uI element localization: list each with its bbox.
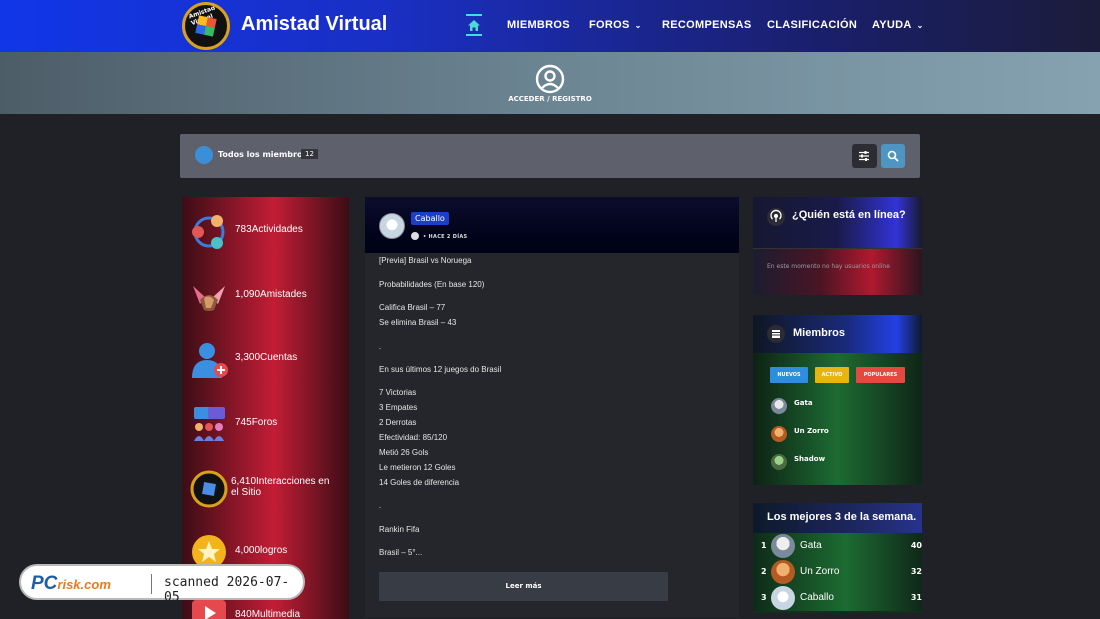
member-avatar[interactable] bbox=[771, 426, 787, 442]
stat-multimedia: 840Multimedia bbox=[235, 609, 301, 619]
nav-clasificacion[interactable]: CLASIFICACIÓN bbox=[767, 19, 857, 31]
chevron-down-icon: ⌄ bbox=[916, 21, 924, 30]
rank-member-name[interactable]: Un Zorro bbox=[800, 566, 839, 577]
forum-group-icon bbox=[194, 407, 225, 441]
online-widget-header: ¿Quién está en línea? bbox=[753, 197, 922, 249]
rank-member-name[interactable]: Gata bbox=[800, 540, 822, 551]
post-time: • HACE 2 DÍAS bbox=[423, 234, 468, 240]
stat-accounts: 3,300Cuentas bbox=[235, 352, 298, 363]
stat-friendships: 1,090Amistades bbox=[235, 289, 307, 300]
activities-icon bbox=[192, 215, 225, 249]
add-user-icon bbox=[192, 343, 228, 378]
stat-interactions: 6,410Interacciones en el Sitio bbox=[231, 476, 330, 498]
members-widget-header: Miembros bbox=[753, 315, 922, 353]
user-circle-icon[interactable] bbox=[535, 64, 565, 94]
read-more-button[interactable]: Leer más bbox=[379, 572, 668, 601]
nav-foros[interactable]: FOROS ⌄ bbox=[589, 19, 642, 31]
search-button[interactable] bbox=[881, 144, 905, 168]
search-icon bbox=[887, 150, 899, 162]
member-avatar[interactable] bbox=[771, 454, 787, 470]
top-navbar: Amistad Virtual Amistad Virtual MIEMBROS… bbox=[0, 0, 1100, 52]
member-avatar[interactable] bbox=[771, 398, 787, 414]
member-name[interactable]: Shadow bbox=[794, 455, 825, 463]
online-empty-text: En este momento no hay usuarios online bbox=[767, 263, 890, 270]
chevron-down-icon: ⌄ bbox=[634, 21, 642, 30]
nav-recompensas[interactable]: RECOMPENSAS bbox=[662, 19, 751, 31]
post-line: Se elimina Brasil – 43 bbox=[379, 318, 457, 327]
weekly-leaderboard-widget: Los mejores 3 de la semana. 1 Gata 40 2 … bbox=[753, 503, 922, 613]
nav-miembros[interactable]: MIEMBROS bbox=[507, 19, 570, 31]
handshake-icon bbox=[193, 286, 225, 311]
leaderboard-header: Los mejores 3 de la semana. bbox=[753, 503, 922, 533]
leaderboard-title: Los mejores 3 de la semana. bbox=[767, 511, 917, 523]
stat-achievements: 4,000logros bbox=[235, 545, 288, 556]
home-icon bbox=[468, 20, 480, 31]
author-avatar[interactable] bbox=[379, 213, 405, 239]
leaderboard-row[interactable]: 2 Un Zorro 32 bbox=[753, 559, 922, 585]
pcrisk-logo: PCrisk.com bbox=[31, 573, 111, 594]
post-line: 14 Goles de diferencia bbox=[379, 478, 460, 487]
rank-member-name[interactable]: Caballo bbox=[800, 592, 834, 603]
rank-points: 40 bbox=[910, 541, 922, 550]
post-line: 2 Derrotas bbox=[379, 418, 417, 427]
member-name[interactable]: Un Zorro bbox=[794, 427, 829, 435]
list-icon bbox=[767, 325, 785, 343]
rank-points: 31 bbox=[910, 593, 922, 602]
online-users-widget: ¿Quién está en línea? En este momento no… bbox=[753, 197, 922, 295]
globe-icon bbox=[195, 146, 213, 164]
post-line: En sus últimos 12 juegos do Brasil bbox=[379, 365, 502, 374]
tab-nuevos[interactable]: NUEVOS bbox=[770, 367, 808, 383]
rank-number: 1 bbox=[761, 541, 767, 550]
globe-icon bbox=[411, 232, 419, 240]
activity-post-card: Caballo • HACE 2 DÍAS [Previa] Brasil vs… bbox=[365, 197, 739, 617]
rank-number: 2 bbox=[761, 567, 767, 576]
post-line: . bbox=[379, 342, 382, 351]
sliders-icon bbox=[859, 151, 869, 161]
post-header: Caballo • HACE 2 DÍAS bbox=[365, 197, 739, 253]
post-line: 7 Victorias bbox=[379, 388, 417, 397]
nav-foros-label: FOROS bbox=[589, 19, 630, 31]
members-widget: Miembros NUEVOS ACTIVO POPULARES Gata Un… bbox=[753, 315, 922, 485]
post-line: [Previa] Brasil vs Noruega bbox=[379, 256, 472, 265]
member-avatar[interactable] bbox=[771, 586, 795, 610]
member-avatar[interactable] bbox=[771, 560, 795, 584]
post-line: Efectividad: 85/120 bbox=[379, 433, 448, 442]
online-widget-title: ¿Quién está en línea? bbox=[792, 209, 906, 221]
logo-emblem bbox=[195, 15, 217, 37]
rank-number: 3 bbox=[761, 593, 767, 602]
post-line: 3 Empates bbox=[379, 403, 418, 412]
leaderboard-row[interactable]: 1 Gata 40 bbox=[753, 533, 922, 559]
stat-activities: 783Actividades bbox=[235, 224, 303, 235]
post-line: Brasil – 5°... bbox=[379, 548, 423, 557]
member-avatar[interactable] bbox=[771, 534, 795, 558]
post-line: Rankin Fifa bbox=[379, 525, 420, 534]
tab-populares[interactable]: POPULARES bbox=[856, 367, 905, 383]
site-logo-badge-icon bbox=[190, 470, 228, 508]
filter-button[interactable] bbox=[852, 144, 877, 168]
watermark-divider bbox=[151, 574, 152, 594]
post-line: . bbox=[379, 501, 382, 510]
login-register-link[interactable]: ACCEDER / REGISTRO bbox=[500, 95, 600, 103]
rank-points: 32 bbox=[910, 567, 922, 576]
member-name[interactable]: Gata bbox=[794, 399, 813, 407]
site-logo[interactable]: Amistad Virtual bbox=[182, 2, 230, 50]
nav-ayuda[interactable]: AYUDA ⌄ bbox=[872, 19, 924, 31]
list-icon-glyph bbox=[772, 330, 780, 338]
nav-ayuda-label: AYUDA bbox=[872, 19, 912, 31]
post-line: Metió 26 Gols bbox=[379, 448, 429, 457]
post-author[interactable]: Caballo bbox=[411, 212, 449, 225]
post-line: Probabilidades (En base 120) bbox=[379, 280, 485, 289]
all-members-label[interactable]: Todos los miembros bbox=[218, 150, 307, 159]
leaderboard-row[interactable]: 3 Caballo 31 bbox=[753, 585, 922, 611]
stat-forums: 745Foros bbox=[235, 417, 278, 428]
home-nav-link[interactable] bbox=[466, 14, 482, 36]
members-widget-title: Miembros bbox=[793, 327, 845, 339]
tab-activo[interactable]: ACTIVO bbox=[815, 367, 849, 383]
scan-watermark: PCrisk.com scanned 2026-07-05 bbox=[19, 564, 305, 605]
members-count-badge: 12 bbox=[301, 149, 318, 159]
post-line: Le metieron 12 Goles bbox=[379, 463, 456, 472]
watermark-text: scanned 2026-07-05 bbox=[164, 575, 290, 605]
site-brand[interactable]: Amistad Virtual bbox=[241, 13, 387, 36]
post-line: Califica Brasil – 77 bbox=[379, 303, 446, 312]
